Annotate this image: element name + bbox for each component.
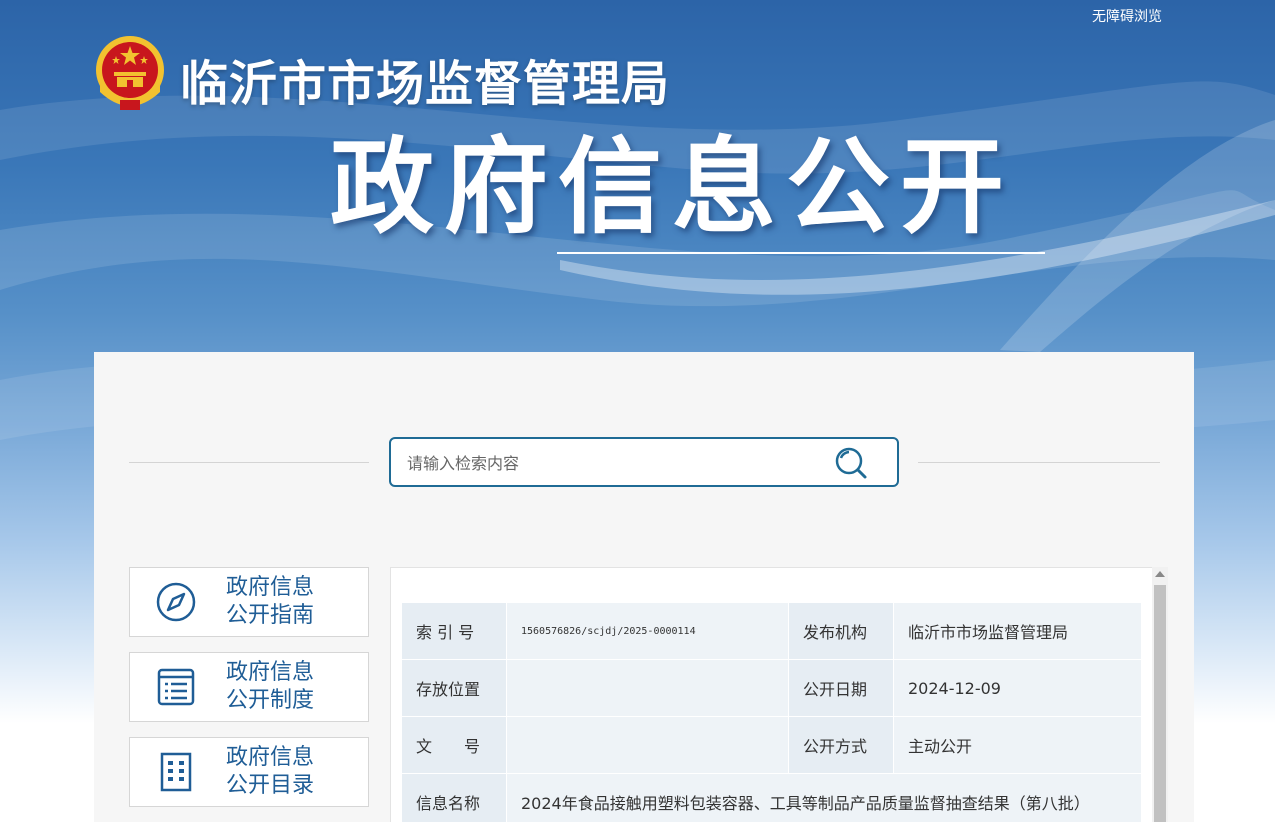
- storage-value: [506, 659, 789, 717]
- info-meta-table: 索 引 号 1560576826/scjdj/2025-0000114 发布机构…: [401, 602, 1142, 822]
- main-panel: 政府信息 公开指南 政府信息 公开制度: [94, 352, 1194, 822]
- info-name-value: 2024年食品接触用塑料包装容器、工具等制品产品质量监督抽查结果（第八批）: [506, 773, 1142, 822]
- info-name-label: 信息名称: [401, 773, 507, 822]
- document-list-icon: [157, 668, 195, 706]
- sidebar-item-label: 政府信息 公开目录: [226, 745, 315, 798]
- search-divider-left: [129, 462, 369, 463]
- index-no-label: 索 引 号: [401, 602, 507, 660]
- sidebar-item-label: 政府信息 公开指南: [226, 575, 315, 628]
- publisher-label: 发布机构: [788, 602, 894, 660]
- search-button[interactable]: [831, 445, 871, 481]
- info-content: 索 引 号 1560576826/scjdj/2025-0000114 发布机构…: [390, 567, 1154, 822]
- search-input[interactable]: [405, 447, 809, 479]
- org-name: 临沂市市场监督管理局: [180, 56, 671, 112]
- search-icon: [835, 447, 867, 479]
- sidebar-item-label: 政府信息 公开制度: [226, 660, 315, 713]
- hero-title: 政府信息公开: [330, 126, 1015, 248]
- sidebar-item-catalog[interactable]: 政府信息 公开目录: [129, 737, 369, 807]
- table-row: 文 号 公开方式 主动公开: [401, 716, 1142, 774]
- sidebar-item-system[interactable]: 政府信息 公开制度: [129, 652, 369, 722]
- accessibility-link[interactable]: 无障碍浏览: [1092, 6, 1162, 26]
- storage-label: 存放位置: [401, 659, 507, 717]
- table-row: 存放位置 公开日期 2024-12-09: [401, 659, 1142, 717]
- compass-icon: [156, 582, 196, 622]
- pub-method-value: 主动公开: [893, 716, 1142, 774]
- scroll-thumb[interactable]: [1154, 585, 1166, 822]
- pub-date-value: 2024-12-09: [893, 659, 1142, 717]
- sidebar-item-guide[interactable]: 政府信息 公开指南: [129, 567, 369, 637]
- search-divider-right: [918, 462, 1160, 463]
- table-row: 信息名称 2024年食品接触用塑料包装容器、工具等制品产品质量监督抽查结果（第八…: [401, 773, 1142, 822]
- hero-underline: [557, 252, 1045, 254]
- index-no-value: 1560576826/scjdj/2025-0000114: [506, 602, 789, 660]
- national-emblem-icon: [96, 36, 164, 110]
- pub-method-label: 公开方式: [788, 716, 894, 774]
- pub-date-label: 公开日期: [788, 659, 894, 717]
- scroll-up-arrow[interactable]: [1155, 571, 1165, 577]
- publisher-value: 临沂市市场监督管理局: [893, 602, 1142, 660]
- scrollbar[interactable]: [1152, 567, 1168, 822]
- table-row: 索 引 号 1560576826/scjdj/2025-0000114 发布机构…: [401, 602, 1142, 660]
- search-box: [389, 437, 899, 487]
- catalog-icon: [160, 752, 192, 792]
- doc-no-label: 文 号: [401, 716, 507, 774]
- doc-no-value: [506, 716, 789, 774]
